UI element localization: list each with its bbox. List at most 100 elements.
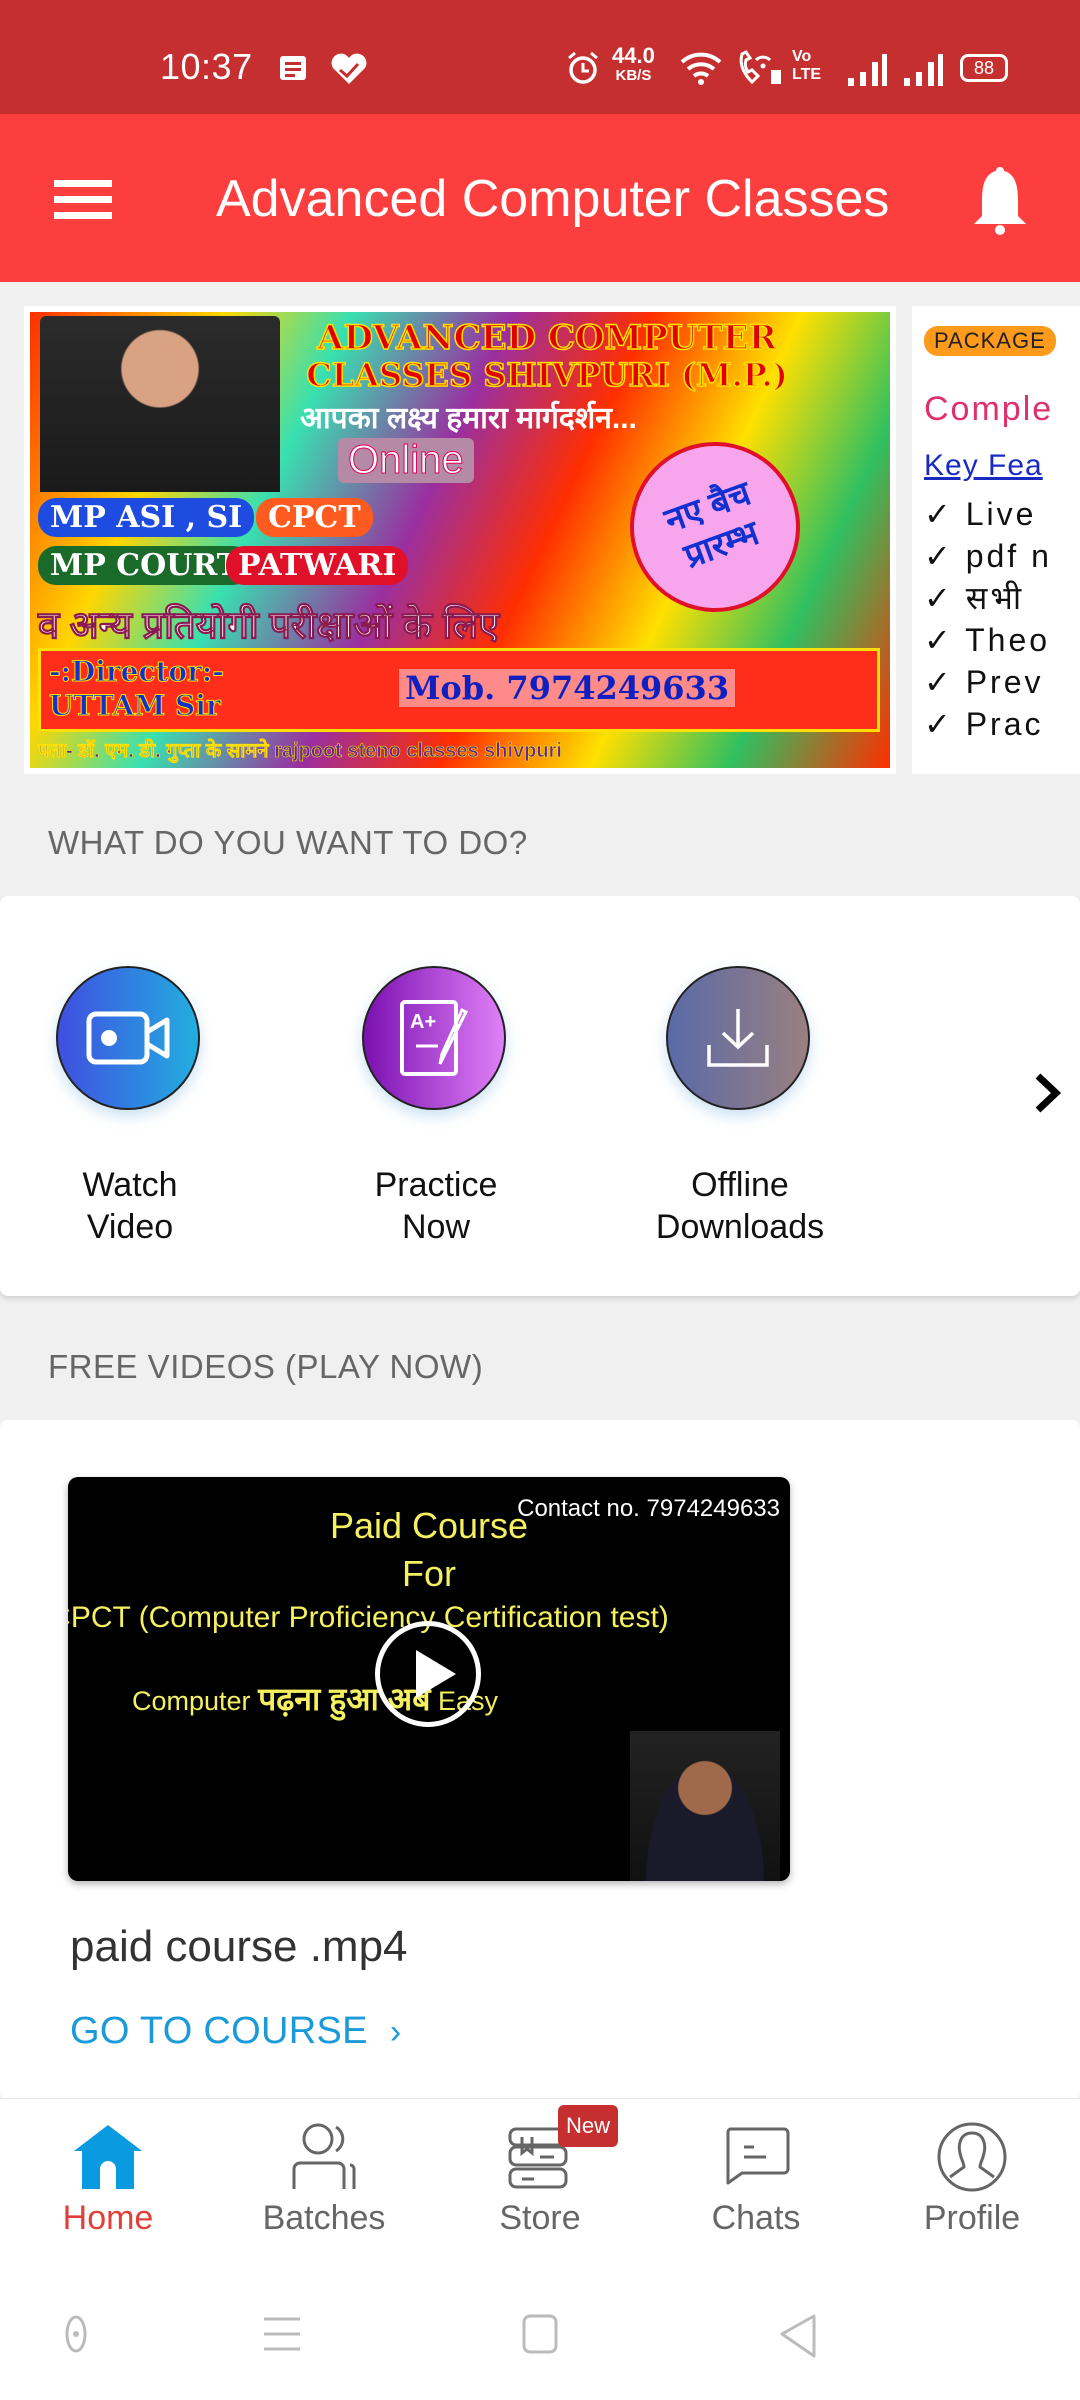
go-to-course-link[interactable]: GO TO COURSE › bbox=[70, 2010, 401, 2053]
feature-item: ✓ Prev bbox=[924, 664, 1044, 700]
banner-other-exams: व अन्य प्रतियोगी परीक्षाओं के लिए bbox=[37, 605, 500, 648]
feature-item: ✓ Prac bbox=[924, 706, 1044, 742]
action-icon-circle bbox=[666, 966, 810, 1110]
go-to-course-label: GO TO COURSE bbox=[70, 2010, 368, 2052]
recents-icon[interactable] bbox=[262, 2314, 302, 2354]
alarm-icon bbox=[568, 51, 598, 84]
status-bar: 10:37 44.0 KB/S Vo LTE 88 bbox=[0, 0, 1080, 114]
wifi-calling-icon bbox=[739, 50, 781, 85]
banner-slide[interactable]: PACKAGE Comple Key Fea ✓ Live ✓ pdf n ✓ … bbox=[912, 306, 1080, 774]
package-title: Comple bbox=[924, 390, 1054, 428]
net-speed-unit: KB/S bbox=[615, 67, 652, 84]
feature-list: ✓ Live ✓ pdf n ✓ सभी ✓ Theo ✓ Prev ✓ Pra… bbox=[924, 493, 1080, 745]
exam-pill: MP COURT bbox=[38, 546, 252, 585]
nav-home[interactable]: Home bbox=[0, 2099, 216, 2259]
hamburger-menu-icon[interactable] bbox=[54, 180, 112, 220]
thumb-text-en: Computer bbox=[132, 1686, 251, 1716]
banner-mobile: Mob. 7974249633 bbox=[399, 669, 736, 707]
package-badge: PACKAGE bbox=[924, 326, 1056, 356]
test-paper-icon: A+ bbox=[400, 1000, 469, 1076]
nav-store[interactable]: New Store bbox=[432, 2099, 648, 2259]
video-card: Contact no. 7974249633 Paid Course For C… bbox=[0, 1420, 1080, 2100]
nav-chats[interactable]: Chats bbox=[648, 2099, 864, 2259]
heart-check-icon bbox=[331, 53, 367, 84]
feature-item: ✓ pdf n bbox=[924, 538, 1052, 574]
section-heading: WHAT DO YOU WANT TO DO? bbox=[48, 824, 528, 861]
svg-text:A+: A+ bbox=[410, 1011, 436, 1033]
action-label-line1: Watch bbox=[82, 1166, 178, 1204]
chat-icon bbox=[726, 2127, 790, 2185]
exam-pill: PATWARI bbox=[226, 546, 409, 585]
banner-address: पता- डॉ. एम. डी. गुप्ता के सामने rajpoot… bbox=[38, 740, 563, 763]
banner-slide[interactable]: ADVANCED COMPUTER CLASSES SHIVPURI (M.P.… bbox=[24, 306, 896, 774]
home-icon bbox=[74, 2125, 142, 2189]
actions-carousel[interactable]: Watch Video A+ Practice Now Offline Downloa… bbox=[0, 896, 1080, 1296]
status-time: 10:37 bbox=[160, 46, 253, 87]
feature-item: ✓ सभी bbox=[924, 580, 1025, 616]
nav-label: Batches bbox=[262, 2199, 386, 2237]
action-icon-circle bbox=[56, 966, 200, 1110]
feature-item: ✓ Theo bbox=[924, 622, 1051, 658]
video-title: paid course .mp4 bbox=[70, 1922, 408, 1971]
new-badge: New bbox=[558, 2105, 619, 2147]
action-label: Watch Video bbox=[0, 1164, 260, 1248]
section-heading: FREE VIDEOS (PLAY NOW) bbox=[48, 1348, 484, 1385]
profile-icon bbox=[937, 2122, 1007, 2192]
exam-pill: CPCT bbox=[256, 498, 373, 537]
action-label-line1: Offline bbox=[691, 1166, 789, 1204]
battery-level: 88 bbox=[973, 58, 995, 78]
download-icon bbox=[707, 1009, 769, 1067]
thumb-line: Paid Course bbox=[329, 1505, 529, 1546]
action-label-line2: Video bbox=[86, 1208, 174, 1246]
nav-batches[interactable]: Batches bbox=[216, 2099, 432, 2259]
action-label-line2: Downloads bbox=[655, 1208, 825, 1246]
system-nav-bar bbox=[0, 2258, 1080, 2400]
message-icon bbox=[280, 56, 306, 80]
video-thumbnail[interactable]: Contact no. 7974249633 Paid Course For C… bbox=[68, 1477, 790, 1881]
director-info: -:Director:- UTTAM Sir bbox=[49, 655, 225, 723]
nav-label: Home bbox=[62, 2199, 154, 2237]
action-icon-circle: A+ bbox=[362, 966, 506, 1110]
banner-image: ADVANCED COMPUTER CLASSES SHIVPURI (M.P.… bbox=[30, 312, 890, 768]
nav-profile[interactable]: Profile bbox=[864, 2099, 1080, 2259]
banner-mode: Online bbox=[338, 438, 474, 483]
key-features-link: Key Fea bbox=[924, 449, 1043, 482]
action-label: Practice Now bbox=[306, 1164, 566, 1248]
wifi-icon bbox=[680, 52, 722, 85]
banner-carousel[interactable]: ADVANCED COMPUTER CLASSES SHIVPURI (M.P.… bbox=[0, 282, 1080, 792]
director-label: -:Director:- bbox=[49, 655, 225, 689]
banner-heading: ADVANCED COMPUTER bbox=[316, 317, 777, 359]
director-name: UTTAM Sir bbox=[49, 689, 222, 723]
banner-director-box: -:Director:- UTTAM Sir Mob. 7974249633 bbox=[38, 648, 880, 732]
thumb-line: CPCT (Computer Proficiency Certification… bbox=[68, 1601, 669, 1634]
net-speed: 44.0 KB/S bbox=[612, 43, 655, 86]
back-icon[interactable] bbox=[778, 2314, 818, 2358]
signal-icon bbox=[848, 54, 887, 86]
bottom-nav: Home Batches New Store Chats Profile bbox=[0, 2098, 1080, 2258]
exam-pill: MP ASI , SI bbox=[38, 498, 255, 537]
action-label: Offline Downloads bbox=[610, 1164, 870, 1248]
banner-heading-2: CLASSES SHIVPURI (M.P.) bbox=[305, 355, 788, 395]
nav-label: Profile bbox=[923, 2199, 1021, 2237]
chevron-right-icon[interactable] bbox=[1028, 1068, 1068, 1118]
app-bar: Advanced Computer Classes bbox=[0, 114, 1080, 282]
thumb-line: For bbox=[402, 1553, 456, 1594]
action-label-line2: Now bbox=[401, 1208, 471, 1246]
assistant-icon[interactable] bbox=[56, 2314, 96, 2354]
signal-icon bbox=[904, 54, 943, 86]
chevron-right-icon: › bbox=[389, 2013, 402, 2051]
people-icon bbox=[292, 2123, 356, 2189]
nav-label: Store bbox=[499, 2199, 581, 2237]
banner-tagline: आपका लक्ष्य हमारा मार्गदर्शन... bbox=[300, 402, 637, 435]
play-icon[interactable] bbox=[375, 1621, 481, 1727]
nav-label: Chats bbox=[711, 2199, 801, 2237]
video-camera-icon bbox=[86, 1011, 170, 1065]
net-speed-value: 44.0 bbox=[612, 43, 655, 68]
app-title: Advanced Computer Classes bbox=[216, 170, 890, 228]
home-square-icon[interactable] bbox=[520, 2314, 560, 2354]
volte-icon: Vo LTE bbox=[792, 48, 822, 83]
new-batch-badge: नए बैच प्रारम्भ bbox=[606, 418, 824, 636]
action-label-line1: Practice bbox=[374, 1166, 498, 1204]
bell-icon[interactable] bbox=[970, 166, 1030, 236]
battery-icon: 88 bbox=[960, 54, 1008, 82]
